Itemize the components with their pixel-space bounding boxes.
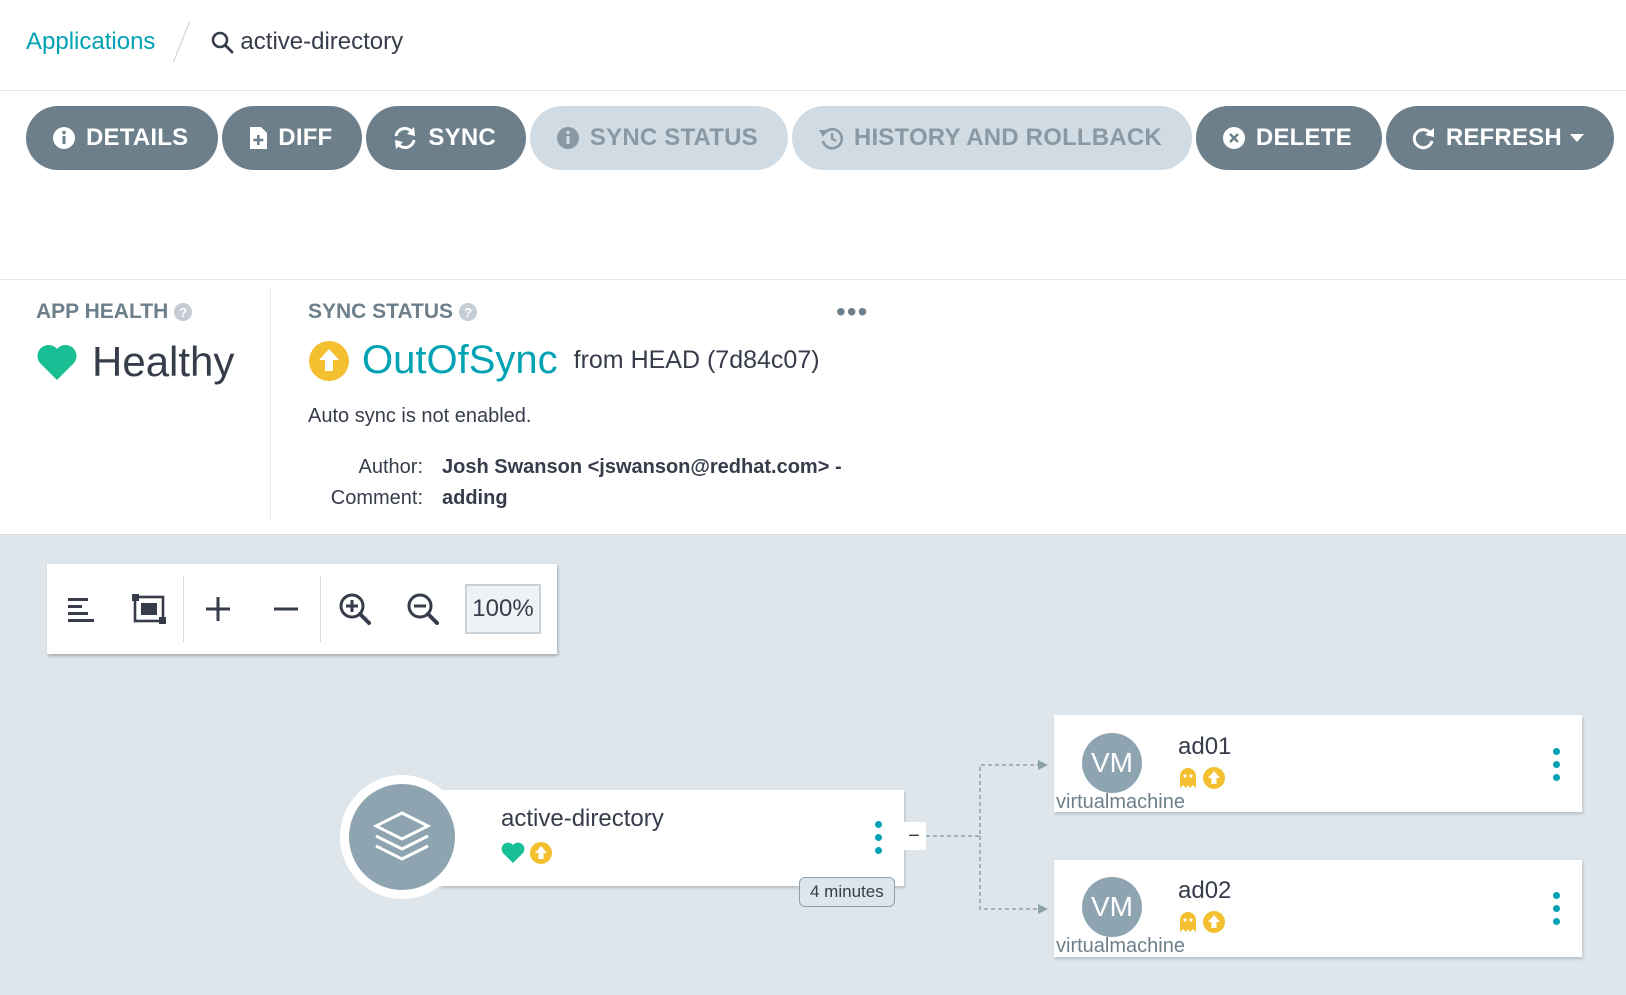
sync-button[interactable]: SYNC [366, 106, 526, 170]
file-diff-icon [248, 126, 268, 150]
breadcrumb: Applications active-directory [26, 20, 403, 64]
missing-ghost-icon [1180, 768, 1196, 788]
resource-node-menu-icon[interactable] [1552, 745, 1560, 784]
zoom-level-input[interactable]: 100% [465, 584, 541, 634]
help-icon[interactable]: ? [459, 303, 478, 321]
close-circle-icon [1222, 126, 1246, 150]
info-icon [52, 126, 76, 150]
resource-node-menu-icon[interactable] [1552, 889, 1560, 928]
graph-toolbar: 100% [47, 564, 557, 654]
delete-button[interactable]: DELETE [1195, 106, 1382, 170]
app-node-icon [340, 775, 464, 899]
breadcrumb-separator [173, 21, 191, 63]
sync-status-label-text: SYNC STATUS [308, 300, 454, 323]
diff-button-label: DIFF [278, 124, 333, 151]
app-health-panel: APP HEALTH ? Healthy [36, 300, 234, 386]
heart-icon [501, 842, 525, 863]
app-toolbar: DETAILS DIFF SYNC SYNC STATUS HISTORY AN… [26, 106, 1618, 170]
commit-meta: Author: Josh Swanson <jswanson@redhat.co… [308, 452, 842, 514]
diff-button[interactable]: DIFF [222, 106, 363, 170]
vm-badge-icon: VM [1082, 877, 1142, 937]
info-icon [556, 126, 580, 150]
sync-status-button-label: SYNC STATUS [589, 124, 758, 151]
resource-node-kind: virtualmachine [1056, 791, 1185, 813]
sync-status-label: SYNC STATUS ? [308, 300, 478, 324]
breadcrumb-current-app: active-directory [240, 28, 404, 55]
header-divider [0, 90, 1626, 91]
details-button-label: DETAILS [86, 124, 189, 151]
zoom-in-icon[interactable] [321, 564, 389, 654]
resource-node-name: ad02 [1178, 877, 1232, 904]
vm-badge-icon: VM [1082, 733, 1142, 793]
breadcrumb-current[interactable]: active-directory [210, 28, 403, 56]
sync-status-button[interactable]: SYNC STATUS [529, 106, 788, 170]
delete-button-label: DELETE [1255, 124, 1352, 151]
status-divider [0, 279, 1626, 280]
heart-icon [37, 344, 77, 380]
app-node-age: 4 minutes [799, 877, 895, 907]
missing-ghost-icon [1180, 912, 1196, 932]
author-value: Josh Swanson <jswanson@redhat.com> - [442, 456, 842, 478]
out-of-sync-arrow-icon [530, 842, 552, 864]
sync-revision: from HEAD (7d84c07) [573, 346, 820, 374]
app-health-value-text: Healthy [92, 338, 235, 385]
search-icon [212, 31, 234, 54]
resource-node-name: ad01 [1178, 733, 1232, 760]
sync-button-label: SYNC [428, 124, 496, 151]
minus-icon[interactable] [252, 564, 320, 654]
app-node-status [501, 841, 557, 865]
app-health-value: Healthy [36, 338, 234, 386]
more-options-icon[interactable]: ••• [836, 298, 868, 326]
resource-node-status [1178, 910, 1230, 934]
app-node-name: active-directory [501, 805, 664, 832]
author-label: Author: [358, 456, 423, 478]
auto-sync-note: Auto sync is not enabled. [308, 405, 532, 427]
author-row: Author: Josh Swanson <jswanson@redhat.co… [308, 452, 842, 483]
comment-label: Comment: [330, 487, 423, 509]
sync-status-value: OutOfSync from HEAD (7d84c07) [308, 338, 820, 383]
collapse-button[interactable]: − [902, 822, 926, 850]
out-of-sync-arrow-icon [309, 340, 349, 381]
align-left-icon[interactable] [47, 564, 115, 654]
sync-status-text: OutOfSync [362, 338, 558, 382]
fit-screen-icon[interactable] [115, 564, 183, 654]
history-rollback-button-label: HISTORY AND ROLLBACK [853, 124, 1162, 151]
resource-node-kind: virtualmachine [1056, 935, 1185, 957]
zoom-out-icon[interactable] [389, 564, 457, 654]
comment-row: Comment: adding [308, 483, 842, 514]
details-button[interactable]: DETAILS [26, 106, 219, 170]
resource-node-status [1178, 766, 1230, 790]
refresh-button-label: REFRESH [1445, 124, 1562, 151]
out-of-sync-arrow-icon [1203, 767, 1225, 789]
app-health-label: APP HEALTH ? [36, 300, 193, 324]
caret-down-icon [1569, 133, 1584, 143]
comment-value: adding [442, 487, 508, 509]
plus-icon[interactable] [184, 564, 252, 654]
app-node-menu-icon[interactable] [874, 818, 882, 857]
refresh-button[interactable]: REFRESH [1385, 106, 1614, 170]
sync-status-panel: SYNC STATUS ? OutOfSync from HEAD (7d84c… [308, 300, 820, 428]
sync-icon [392, 126, 418, 150]
out-of-sync-arrow-icon [1203, 911, 1225, 933]
layers-icon [349, 784, 455, 890]
app-health-label-text: APP HEALTH [36, 300, 169, 323]
history-icon [818, 126, 844, 150]
panel-divider [270, 287, 271, 521]
history-rollback-button[interactable]: HISTORY AND ROLLBACK [791, 106, 1192, 170]
breadcrumb-applications-link[interactable]: Applications [26, 28, 155, 56]
help-icon[interactable]: ? [174, 303, 193, 321]
refresh-icon [1412, 126, 1436, 150]
